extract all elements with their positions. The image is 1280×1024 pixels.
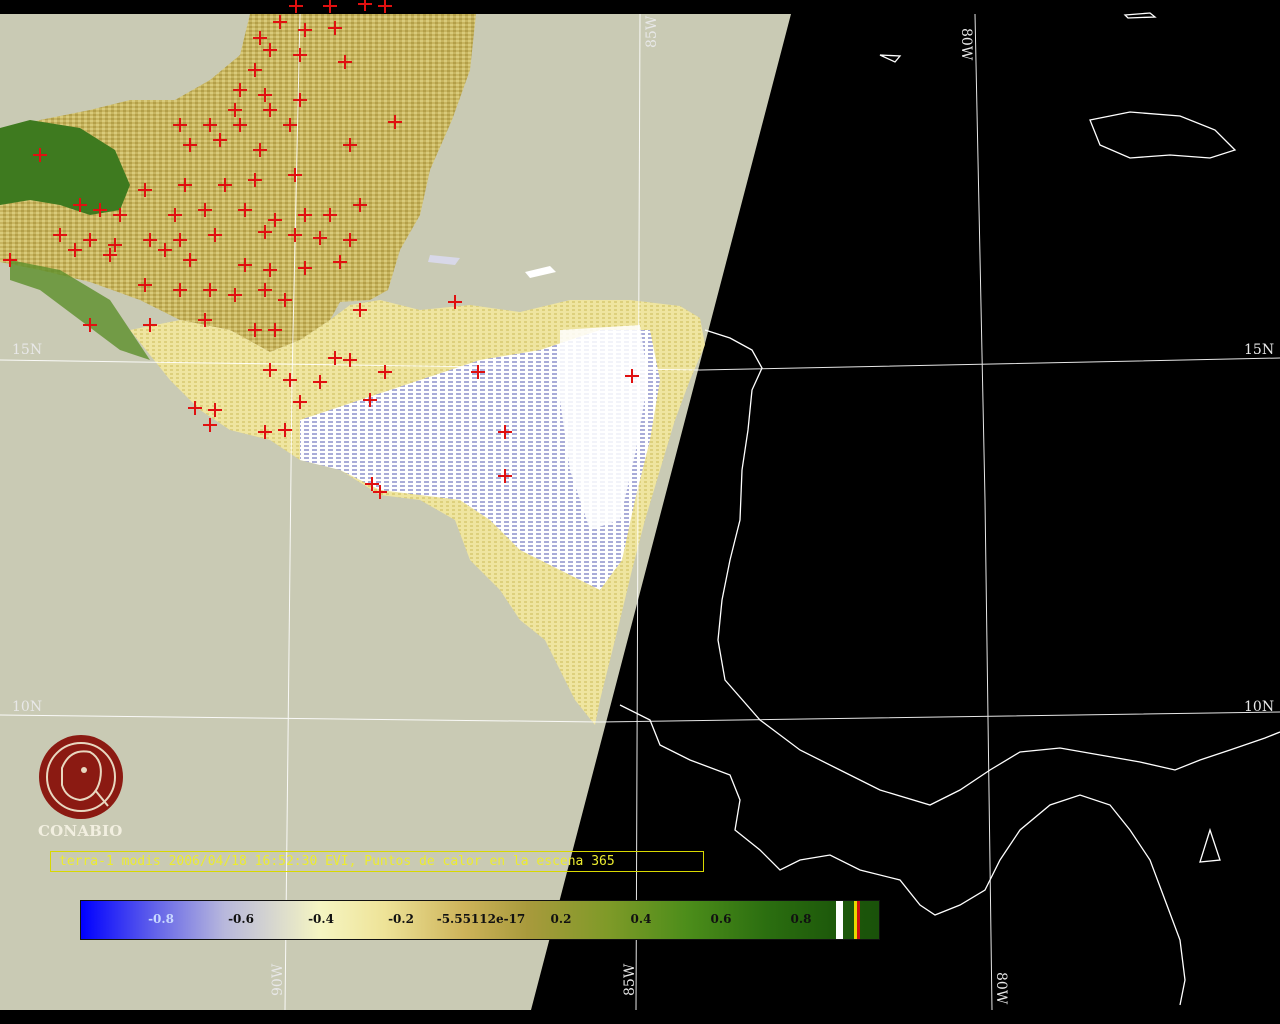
conabio-seal-icon bbox=[39, 735, 123, 819]
colorbar-tick: -0.6 bbox=[228, 912, 254, 926]
colorbar-tick: 0.2 bbox=[550, 912, 572, 926]
label-lat-10-right: 10N bbox=[1244, 699, 1274, 715]
label-lon-80-bottom: 80W bbox=[993, 972, 1009, 1005]
colorbar-tick: -5.55112e-17 bbox=[436, 912, 526, 926]
colorbar-tick: -0.4 bbox=[308, 912, 334, 926]
colorbar-tick: 0.6 bbox=[710, 912, 732, 926]
label-lat-15-left: 15N bbox=[12, 342, 42, 358]
label-lat-15-right: 15N bbox=[1244, 342, 1274, 358]
colorbar-stripe-red bbox=[857, 901, 860, 939]
colorbar-tick: 0.4 bbox=[630, 912, 652, 926]
label-lon-85-bottom: 85W bbox=[622, 963, 638, 996]
label-lon-80-top: 80W bbox=[958, 28, 974, 61]
image-caption: terra-1 modis 2006/04/18 16:52:30 EVI, P… bbox=[50, 851, 704, 872]
colorbar-tick: 0.8 bbox=[790, 912, 812, 926]
label-lat-10-left: 10N bbox=[12, 699, 42, 715]
colorbar-stripe-white bbox=[836, 901, 843, 939]
colorbar-tick: -0.2 bbox=[388, 912, 414, 926]
label-lon-90-bottom: 90W bbox=[270, 963, 286, 996]
evi-colorbar: -0.8 -0.6 -0.4 -0.2 -5.55112e-17 0.2 0.4… bbox=[80, 900, 880, 940]
label-lon-85-top: 85W bbox=[644, 15, 660, 48]
colorbar-tick: -0.8 bbox=[148, 912, 174, 926]
logo-text: CONABIO bbox=[38, 822, 123, 840]
